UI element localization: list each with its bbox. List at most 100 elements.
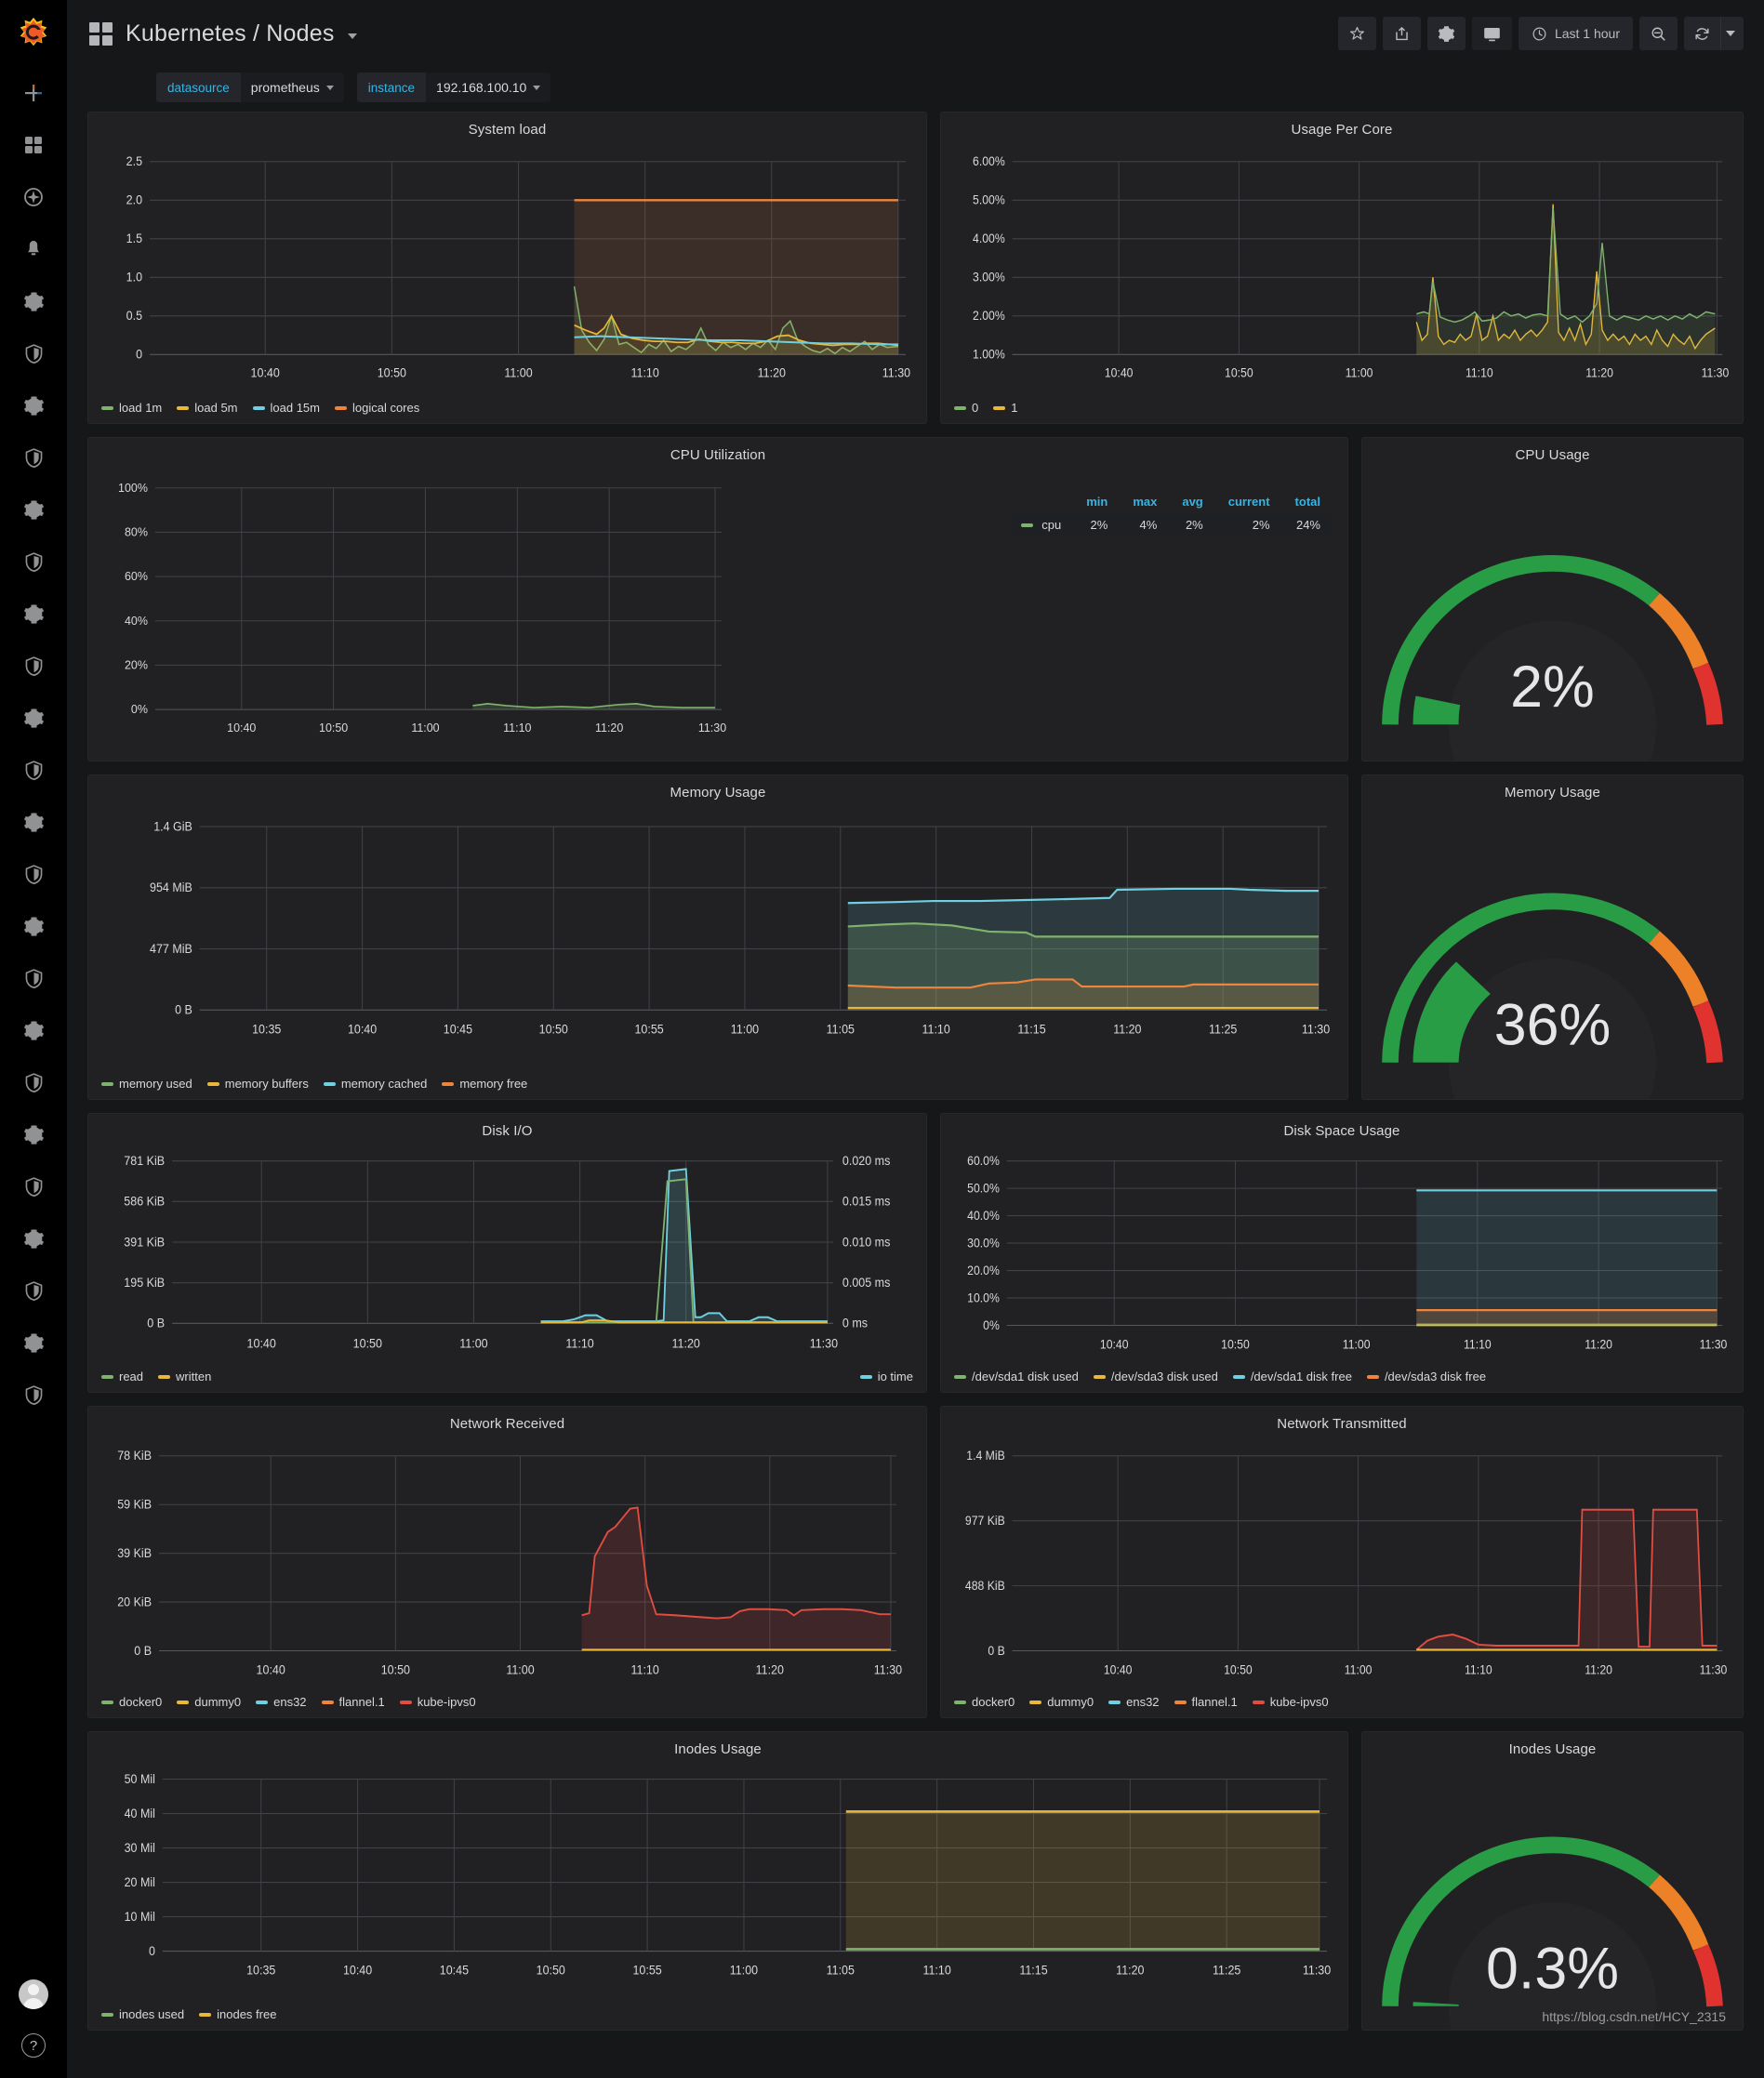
panel-network-received[interactable]: Network Received 78 KiB 59 KiB 39 KiB 20… xyxy=(87,1406,927,1718)
legend-item[interactable]: flannel.1 xyxy=(321,1695,385,1709)
sidebar-item-configuration-9[interactable] xyxy=(0,1108,67,1160)
grafana-logo-icon[interactable] xyxy=(0,0,67,67)
legend-item[interactable]: 1 xyxy=(993,401,1017,415)
legend-item[interactable]: /dev/sda3 disk free xyxy=(1366,1370,1486,1383)
legend-label: inodes free xyxy=(217,2007,277,2021)
panel-cpu-usage-gauge[interactable]: CPU Usage 2% xyxy=(1361,437,1744,761)
zoom-out-button[interactable] xyxy=(1639,17,1678,50)
sidebar-item-server-admin-2[interactable] xyxy=(0,431,67,483)
sidebar-item-explore[interactable] xyxy=(0,171,67,223)
variable-datasource[interactable]: datasource prometheus xyxy=(156,73,344,102)
col-max[interactable]: max xyxy=(1118,493,1167,513)
sidebar-item-dashboards[interactable] xyxy=(0,119,67,171)
sidebar-item-configuration-7[interactable] xyxy=(0,900,67,952)
time-range-picker[interactable]: Last 1 hour xyxy=(1518,17,1633,50)
svg-text:11:30: 11:30 xyxy=(874,1662,902,1677)
sidebar-item-server-admin-5[interactable] xyxy=(0,744,67,796)
legend-swatch xyxy=(206,1081,219,1086)
panel-memory-usage-graph[interactable]: Memory Usage 1.4 GiB 954 MiB 477 MiB 0 B… xyxy=(87,774,1348,1100)
legend-item[interactable]: memory cached xyxy=(323,1077,427,1091)
time-range-label: Last 1 hour xyxy=(1554,26,1620,41)
panel-network-transmitted[interactable]: Network Transmitted 1.4 MiB 977 KiB 488 … xyxy=(940,1406,1744,1718)
legend-item[interactable]: load 15m xyxy=(252,401,320,415)
panel-system-load[interactable]: System load 2.5 2.0 1.5 1.0 0.5 0 10:40 … xyxy=(87,112,927,424)
legend-item[interactable]: ens32 xyxy=(1108,1695,1160,1709)
variable-instance-value[interactable]: 192.168.100.10 xyxy=(426,73,551,102)
page-title[interactable]: Kubernetes / Nodes xyxy=(89,20,357,47)
col-current[interactable]: current xyxy=(1214,493,1280,513)
legend-item[interactable]: flannel.1 xyxy=(1174,1695,1238,1709)
legend-item[interactable]: written xyxy=(158,1370,211,1383)
legend-item[interactable]: docker0 xyxy=(954,1695,1015,1709)
legend-item[interactable]: /dev/sda1 disk used xyxy=(954,1370,1079,1383)
col-avg[interactable]: avg xyxy=(1167,493,1213,513)
sidebar-item-configuration-1[interactable] xyxy=(0,275,67,327)
refresh-button[interactable] xyxy=(1684,25,1720,43)
panel-disk-io[interactable]: Disk I/O 781 KiB 586 KiB 391 KiB 195 KiB… xyxy=(87,1113,927,1393)
legend-item[interactable]: logical cores xyxy=(334,401,419,415)
share-button[interactable] xyxy=(1382,17,1421,50)
sidebar-item-server-admin-11[interactable] xyxy=(0,1369,67,1421)
sidebar-item-alerting[interactable] xyxy=(0,223,67,275)
share-icon xyxy=(1396,26,1408,40)
sidebar-item-server-admin-8[interactable] xyxy=(0,1056,67,1108)
help-icon[interactable]: ? xyxy=(21,2033,46,2058)
sidebar-item-server-admin-7[interactable] xyxy=(0,952,67,1004)
legend-item[interactable]: docker0 xyxy=(101,1695,162,1709)
panel-usage-per-core[interactable]: Usage Per Core 6.00% 5.00% 4.00% 3.00% 2… xyxy=(940,112,1744,424)
sidebar-item-configuration-8[interactable] xyxy=(0,1004,67,1056)
legend-item[interactable]: ens32 xyxy=(256,1695,307,1709)
legend-item[interactable]: kube-ipvs0 xyxy=(1252,1695,1329,1709)
sidebar-item-server-admin-1[interactable] xyxy=(0,327,67,379)
legend-item[interactable]: /dev/sda3 disk used xyxy=(1093,1370,1218,1383)
legend-label: dummy0 xyxy=(1047,1695,1094,1709)
star-button[interactable] xyxy=(1337,17,1376,50)
legend-item[interactable]: read xyxy=(101,1370,143,1383)
legend-name-header xyxy=(1012,493,1071,513)
variable-datasource-value[interactable]: prometheus xyxy=(240,73,344,102)
legend-item-right-axis[interactable]: io time xyxy=(859,1370,913,1383)
sidebar-item-server-admin-9[interactable] xyxy=(0,1160,67,1212)
legend-item[interactable]: dummy0 xyxy=(1029,1695,1094,1709)
sidebar-item-server-admin-6[interactable] xyxy=(0,848,67,900)
sidebar-item-configuration-11[interactable] xyxy=(0,1317,67,1369)
dashboard-settings-button[interactable] xyxy=(1426,17,1466,50)
panel-inodes-usage-graph[interactable]: Inodes Usage 50 Mil 40 Mil 30 Mil 20 Mil… xyxy=(87,1731,1348,2031)
refresh-interval-dropdown[interactable] xyxy=(1720,17,1744,50)
legend-item[interactable]: load 5m xyxy=(177,401,238,415)
legend-item[interactable]: 0 xyxy=(954,401,978,415)
sidebar-item-configuration-10[interactable] xyxy=(0,1212,67,1264)
col-total[interactable]: total xyxy=(1280,493,1331,513)
legend-item[interactable]: memory used xyxy=(101,1077,192,1091)
svg-text:11:00: 11:00 xyxy=(411,721,439,735)
sidebar-item-configuration-3[interactable] xyxy=(0,483,67,536)
panel-memory-usage-gauge[interactable]: Memory Usage 36% xyxy=(1361,774,1744,1100)
tv-kiosk-button[interactable] xyxy=(1471,17,1512,50)
legend-item[interactable]: memory buffers xyxy=(206,1077,309,1091)
sidebar-item-configuration-2[interactable] xyxy=(0,379,67,431)
col-min[interactable]: min xyxy=(1071,493,1118,513)
legend-swatch xyxy=(252,405,265,410)
legend-item[interactable]: dummy0 xyxy=(177,1695,241,1709)
avatar[interactable] xyxy=(19,1979,48,2009)
panel-disk-space-usage[interactable]: Disk Space Usage 60.0% 50.0% 40.0% 30.0%… xyxy=(940,1113,1744,1393)
sidebar-item-configuration-5[interactable] xyxy=(0,692,67,744)
legend-item[interactable]: load 1m xyxy=(101,401,162,415)
variable-instance[interactable]: instance 192.168.100.10 xyxy=(356,73,551,102)
legend-item[interactable]: /dev/sda1 disk free xyxy=(1232,1370,1352,1383)
legend-item[interactable]: memory free xyxy=(442,1077,527,1091)
sidebar-item-create[interactable] xyxy=(0,67,67,119)
table-row[interactable]: cpu 2% 4% 2% 2% 24% xyxy=(1012,513,1331,536)
sidebar-item-configuration-4[interactable] xyxy=(0,588,67,640)
legend-item[interactable]: inodes used xyxy=(101,2007,184,2021)
panel-cpu-utilization[interactable]: CPU Utilization 100% 80% 60% 40% 20% 0% … xyxy=(87,437,1348,761)
sidebar-item-server-admin-3[interactable] xyxy=(0,536,67,588)
sidebar-item-configuration-6[interactable] xyxy=(0,796,67,848)
legend-item[interactable]: kube-ipvs0 xyxy=(399,1695,476,1709)
legend-item[interactable]: inodes free xyxy=(199,2007,276,2021)
chevron-down-icon[interactable] xyxy=(347,33,357,39)
panel-inodes-usage-gauge[interactable]: Inodes Usage 0.3% https://blog.csdn.net/… xyxy=(1361,1731,1744,2031)
sidebar-item-server-admin-4[interactable] xyxy=(0,640,67,692)
legend-series-name-cell[interactable]: cpu xyxy=(1012,513,1072,536)
sidebar-item-server-admin-10[interactable] xyxy=(0,1264,67,1317)
